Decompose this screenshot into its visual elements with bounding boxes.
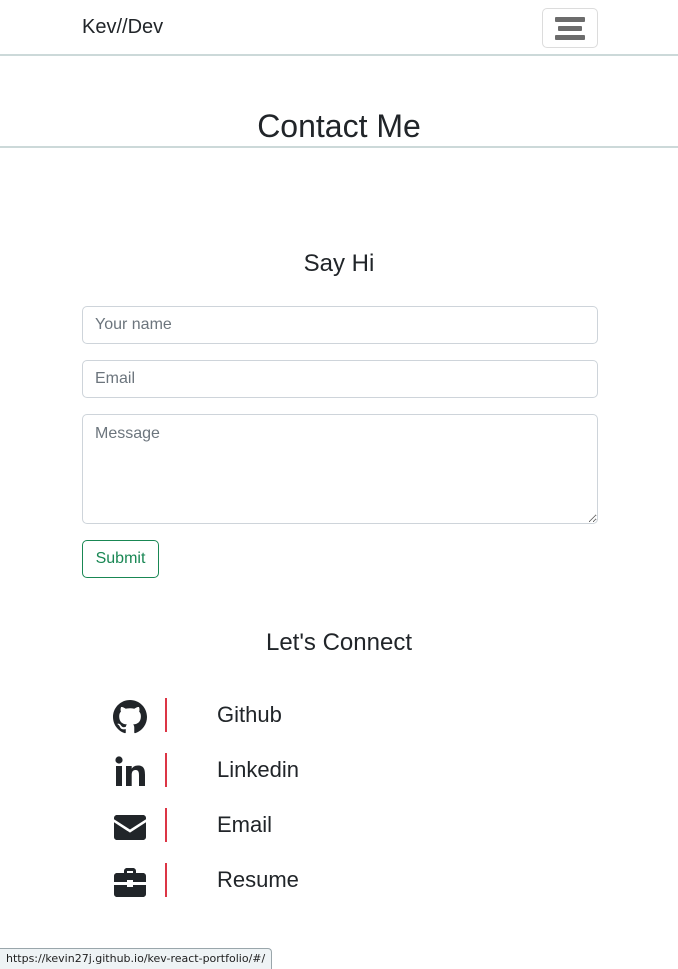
- navbar: Kev//Dev: [0, 0, 678, 56]
- name-input[interactable]: [82, 306, 598, 344]
- social-divider: [165, 863, 167, 897]
- connect-heading: Let's Connect: [265, 629, 412, 656]
- resume-link[interactable]: Resume: [217, 867, 299, 893]
- hamburger-icon-bar: [558, 25, 582, 31]
- email-input[interactable]: [82, 360, 598, 398]
- social-divider: [165, 808, 167, 842]
- linkedin-icon[interactable]: [112, 755, 148, 789]
- social-row-resume[interactable]: Resume: [0, 861, 678, 901]
- social-row-email[interactable]: Email: [0, 806, 678, 846]
- briefcase-icon[interactable]: [112, 865, 148, 899]
- github-link[interactable]: Github: [217, 702, 282, 728]
- status-bar-url: https://kevin27j.github.io/kev-react-por…: [0, 948, 273, 969]
- form-heading: Say Hi: [303, 250, 375, 277]
- page-title: Contact Me: [257, 108, 421, 144]
- social-divider: [165, 753, 167, 787]
- title-divider: [0, 146, 678, 148]
- message-textarea[interactable]: [82, 414, 598, 524]
- hamburger-icon: [555, 16, 585, 22]
- social-row-github[interactable]: Github: [0, 696, 678, 736]
- submit-button[interactable]: Submit: [82, 540, 159, 578]
- social-divider: [165, 698, 167, 732]
- hamburger-icon-bar: [555, 34, 585, 40]
- email-link[interactable]: Email: [217, 812, 272, 838]
- linkedin-link[interactable]: Linkedin: [217, 757, 299, 783]
- brand-link[interactable]: Kev//Dev: [82, 16, 163, 39]
- social-row-linkedin[interactable]: Linkedin: [0, 751, 678, 791]
- navbar-toggler-button[interactable]: [542, 8, 598, 48]
- github-icon[interactable]: [112, 700, 148, 734]
- envelope-icon[interactable]: [112, 810, 148, 844]
